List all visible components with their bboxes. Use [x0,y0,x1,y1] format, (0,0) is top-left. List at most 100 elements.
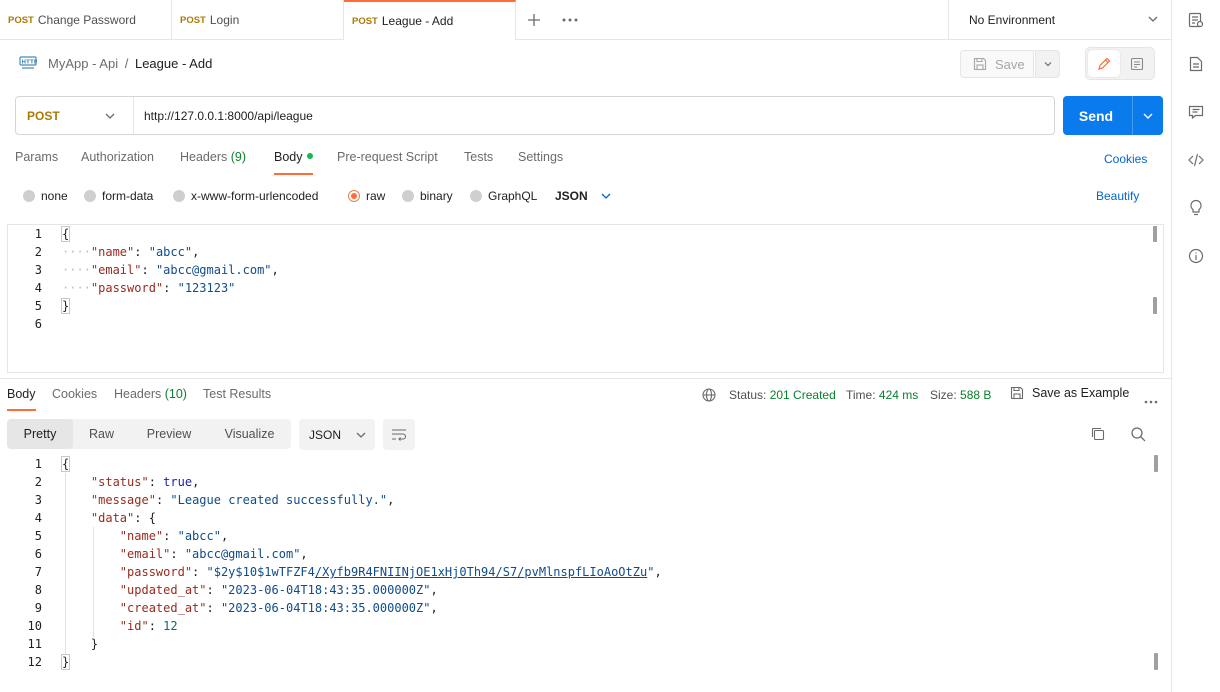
search-button[interactable] [1130,426,1146,445]
view-visualize[interactable]: Visualize [208,419,291,449]
radio-graphql[interactable]: GraphQL [470,189,537,203]
response-active-tab-indicator [7,409,36,411]
body-language-select[interactable]: JSON [555,189,612,203]
cookies-link[interactable]: Cookies [1104,152,1147,166]
send-dropdown-button[interactable] [1133,96,1163,135]
radio-none[interactable]: none [23,189,68,203]
chevron-down-icon [105,113,115,119]
json-value-link[interactable]: /Xyfb9R4FNIINjOE1xHj0Th94/S7/pvMlnspfLIo… [315,565,647,579]
radio-urlencoded[interactable]: x-www-form-urlencoded [173,189,318,203]
json-value: 12 [163,619,178,633]
response-format-select[interactable]: JSON [299,419,375,450]
line-number: 9 [34,601,42,615]
wrap-lines-button[interactable] [383,419,415,450]
tab-tests[interactable]: Tests [464,150,493,176]
request-tab-login[interactable]: POST Login [172,0,344,40]
response-tab-cookies[interactable]: Cookies [52,387,97,401]
radio-binary-label: binary [420,189,453,203]
save-button[interactable]: Save [960,50,1034,78]
request-editor-scrollbar[interactable] [1153,297,1157,314]
copy-button[interactable] [1090,426,1106,445]
edit-mode-button[interactable] [1088,50,1120,77]
response-tab-body[interactable]: Body [7,387,36,401]
radio-raw[interactable]: raw [348,189,385,203]
brace-close: } [60,298,71,314]
beautify-button[interactable]: Beautify [1096,189,1139,203]
response-more-button[interactable] [1144,393,1158,407]
brace-open: { [148,511,156,525]
svg-text:HTTP: HTTP [22,60,38,66]
response-time[interactable]: Time: 424 ms [846,388,918,402]
json-value: "abcc@gmail.com" [184,547,301,561]
tab-options-button[interactable] [552,0,588,40]
line-number: 6 [34,317,42,331]
tab-label: Change Password [37,13,136,27]
documentation-mode-button[interactable] [1121,50,1153,77]
tab-headers[interactable]: Headers (9) [180,150,246,176]
response-tab-headers[interactable]: Headers (10) [114,387,187,401]
method-select[interactable]: POST [16,97,134,134]
documentation-icon[interactable] [1186,54,1206,74]
new-tab-button[interactable] [516,0,552,40]
response-status[interactable]: Status: 201 Created [729,388,836,402]
request-tab-league-add[interactable]: POST League - Add [344,0,516,40]
json-colon: : [206,583,221,597]
json-value: "2023-06-04T18:43:35.000000Z" [220,583,431,597]
url-input[interactable]: http://127.0.0.1:8000/api/league [144,97,1044,134]
json-colon: : [163,529,178,543]
response-code[interactable]: { "status": true, "message": "League cre… [60,455,662,671]
code-icon[interactable] [1186,150,1206,170]
send-button[interactable]: Send [1063,96,1129,135]
breadcrumb-request-name[interactable]: League - Add [135,56,212,71]
radio-form-data[interactable]: form-data [84,189,153,203]
tab-method: POST [352,15,378,27]
view-raw[interactable]: Raw [73,419,130,449]
save-dropdown-button[interactable] [1035,50,1060,78]
search-icon [1131,427,1146,442]
response-line-numbers: 1 2 3 4 5 6 7 8 9 10 11 12 [2,455,42,671]
view-pretty[interactable]: Pretty [7,419,73,449]
json-key: "id" [119,619,149,633]
line-number: 1 [34,227,42,241]
tab-method: POST [180,14,206,26]
json-key: "message" [90,493,156,507]
code-line: "data": { [62,509,662,527]
json-comma: , [192,475,200,489]
globe-icon[interactable] [702,388,716,405]
save-as-example-button[interactable]: Save as Example [1010,386,1129,400]
tab-authorization[interactable]: Authorization [81,150,154,176]
code-line: "created_at": "2023-06-04T18:43:35.00000… [62,599,662,617]
save-as-example-label: Save as Example [1032,386,1130,400]
comments-icon[interactable] [1186,102,1206,122]
more-horizontal-icon [1144,400,1158,404]
body-indicator-dot [306,152,313,159]
radio-binary[interactable]: binary [402,189,453,203]
response-scrollbar-top[interactable] [1154,455,1158,472]
tab-body-label: Body [274,150,303,164]
chevron-down-icon [356,432,366,438]
view-preview[interactable]: Preview [130,419,208,449]
code-line: ····"password": "123123" [62,279,279,297]
lightbulb-icon[interactable] [1186,198,1206,218]
status-value: 201 Created [769,388,836,402]
info-icon[interactable] [1186,246,1206,266]
tab-params[interactable]: Params [15,150,58,176]
code-line: ····"name": "abcc", [62,243,279,261]
json-value: true [163,475,193,489]
json-comma: , [430,583,438,597]
tab-settings[interactable]: Settings [518,150,563,176]
breadcrumb-collection[interactable]: MyApp - Api [48,56,118,71]
environment-quick-look-icon[interactable] [1186,10,1206,30]
environment-selector[interactable]: No Environment [948,0,1171,40]
response-tab-test-results[interactable]: Test Results [203,387,271,401]
chevron-down-icon [1143,113,1153,119]
response-scrollbar[interactable] [1154,653,1158,670]
request-tab-change-password[interactable]: POST Change Password [0,0,172,40]
json-comma: , [430,601,438,615]
tab-prerequest-script[interactable]: Pre-request Script [337,150,438,176]
response-size[interactable]: Size: 588 B [930,388,991,402]
save-icon [1010,386,1024,400]
request-editor-scrollbar-top[interactable] [1153,226,1157,242]
code-line: } [62,635,662,653]
code-line: "updated_at": "2023-06-04T18:43:35.00000… [62,581,662,599]
